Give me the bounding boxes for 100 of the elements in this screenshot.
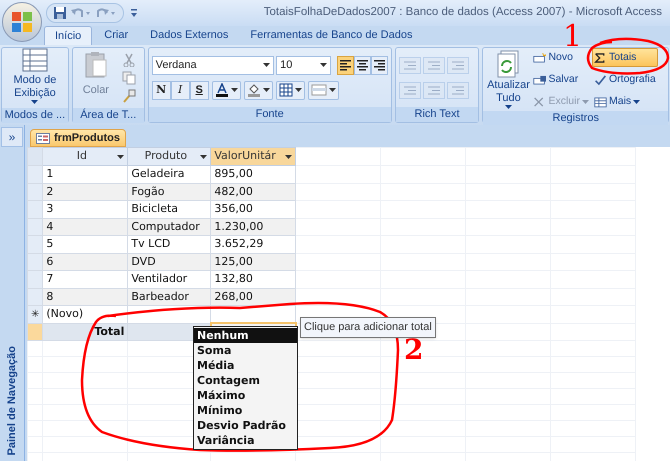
align-left-icon xyxy=(340,60,351,70)
table-icon xyxy=(22,48,48,72)
table-cell: 8 xyxy=(42,288,128,306)
group-label: Modos de ... xyxy=(2,108,68,123)
window-title: TotaisFolhaDeDados2007 : Banco de dados (Access 2007) - Microsoft Access xyxy=(264,5,663,20)
paint-bucket-icon[interactable] xyxy=(246,83,261,97)
alternate-fill-icon[interactable] xyxy=(310,83,327,97)
row-selector xyxy=(28,270,43,288)
table-cell: (Novo) xyxy=(42,306,128,323)
refresh-all-button[interactable]: Atualizar Tudo xyxy=(486,50,530,110)
dropdown-option[interactable]: Contagem xyxy=(194,373,297,388)
copy-icon[interactable] xyxy=(122,71,136,85)
brush-icon[interactable] xyxy=(122,89,136,103)
group-label: Registros xyxy=(483,111,668,126)
ribbon-tab[interactable]: Dados Externos xyxy=(140,26,238,45)
row-selector xyxy=(28,200,43,218)
table-cell: 356,00 xyxy=(210,200,296,218)
caret-icon xyxy=(633,100,640,104)
caret-icon xyxy=(117,154,124,158)
table-cell: 3 xyxy=(42,200,128,218)
caret-icon xyxy=(328,88,336,92)
table-cell: 1.230,00 xyxy=(210,218,296,236)
record-button[interactable]: Salvar xyxy=(531,70,591,89)
dropdown-option[interactable]: Mínimo xyxy=(194,403,297,418)
caret-icon xyxy=(285,154,292,158)
spelling-check-icon xyxy=(594,74,607,86)
caret-icon xyxy=(230,88,238,92)
caret-icon xyxy=(582,100,589,104)
record-button[interactable]: Totais xyxy=(592,48,658,67)
save-record-icon xyxy=(533,74,546,86)
table-cell: 5 xyxy=(42,236,128,253)
office-button[interactable] xyxy=(2,2,42,42)
select-all-cell xyxy=(28,148,43,166)
sigma-icon xyxy=(594,52,607,64)
gridlines-icon[interactable] xyxy=(278,83,293,97)
table-cell: Ventilador xyxy=(128,270,211,288)
group-label: Área de T... xyxy=(72,108,144,123)
redo-icon[interactable] xyxy=(95,6,117,20)
align-right-icon xyxy=(374,60,385,70)
ribbon-tab[interactable]: Início xyxy=(44,26,92,45)
customize-icon[interactable] xyxy=(130,8,138,18)
table-cell: Geladeira xyxy=(128,166,211,183)
ribbon-tab[interactable]: Criar xyxy=(94,26,138,45)
document-tab[interactable]: frmProdutos xyxy=(30,129,126,147)
new-record-icon xyxy=(533,52,546,64)
font-color-icon[interactable] xyxy=(214,83,229,97)
total-row-label: Total xyxy=(42,323,128,340)
table-cell: Fogão xyxy=(128,183,211,200)
scissors-icon[interactable] xyxy=(122,53,136,67)
group-label: Fonte xyxy=(148,107,391,122)
text-style-button[interactable]: S xyxy=(190,80,209,100)
caret-icon xyxy=(263,63,270,67)
table-cell: DVD xyxy=(128,253,211,270)
align-button[interactable] xyxy=(336,56,354,74)
table-cell: Computador xyxy=(128,218,211,236)
more-icon xyxy=(594,96,607,108)
align-button[interactable] xyxy=(354,56,371,74)
dropdown-option[interactable]: Variância xyxy=(194,433,297,448)
row-selector xyxy=(28,183,43,200)
caret-icon xyxy=(320,63,327,67)
column-header[interactable]: Produto xyxy=(128,148,211,166)
save-icon[interactable] xyxy=(53,6,67,20)
record-button[interactable]: Ortografia xyxy=(592,70,658,89)
office-logo-icon xyxy=(10,10,34,34)
text-style-button[interactable]: N xyxy=(152,80,171,100)
navigation-pane-label: Painel de Navegação xyxy=(4,346,19,455)
table-cell: Tv LCD xyxy=(128,236,211,253)
caret-icon xyxy=(262,88,270,92)
column-header[interactable]: ValorUnitár xyxy=(210,148,296,166)
tooltip: Clique para adicionar total xyxy=(300,317,436,338)
record-button[interactable]: Mais xyxy=(592,92,658,111)
table-cell: Bicicleta xyxy=(128,200,211,218)
text-style-button[interactable]: I xyxy=(170,80,190,100)
align-button[interactable] xyxy=(370,56,388,74)
group-label: Rich Text xyxy=(396,107,478,122)
new-record-marker: ✳ xyxy=(28,306,43,323)
dropdown-option[interactable]: Desvio Padrão xyxy=(194,418,297,433)
ribbon-tab[interactable]: Ferramentas de Banco de Dados xyxy=(240,26,422,45)
view-mode-button[interactable]: Modo de Exibição xyxy=(5,48,65,108)
row-selector xyxy=(28,288,43,306)
dropdown-option[interactable]: Média xyxy=(194,358,297,373)
row-selector xyxy=(28,236,43,253)
column-header[interactable]: Id xyxy=(42,148,128,166)
font-size-field[interactable]: 10 xyxy=(276,56,331,74)
table-cell: 3.652,29 xyxy=(210,236,296,253)
dropdown-option[interactable]: Nenhum xyxy=(194,328,297,343)
dropdown-option[interactable]: Máximo xyxy=(194,388,297,403)
table-cell: Barbeador xyxy=(128,288,211,306)
annotation-number: 2 xyxy=(404,336,424,364)
row-selector xyxy=(28,253,43,270)
table-cell: 6 xyxy=(42,253,128,270)
caret-icon xyxy=(31,100,38,104)
caret-icon xyxy=(294,88,302,92)
expand-pane-button[interactable]: » xyxy=(1,127,23,147)
font-family-field[interactable]: Verdana xyxy=(152,56,274,74)
align-center-icon xyxy=(356,60,368,70)
form-icon xyxy=(36,132,50,144)
dropdown-option[interactable]: Soma xyxy=(194,343,297,358)
table-cell: 2 xyxy=(42,183,128,200)
table-cell: 1 xyxy=(42,166,128,183)
